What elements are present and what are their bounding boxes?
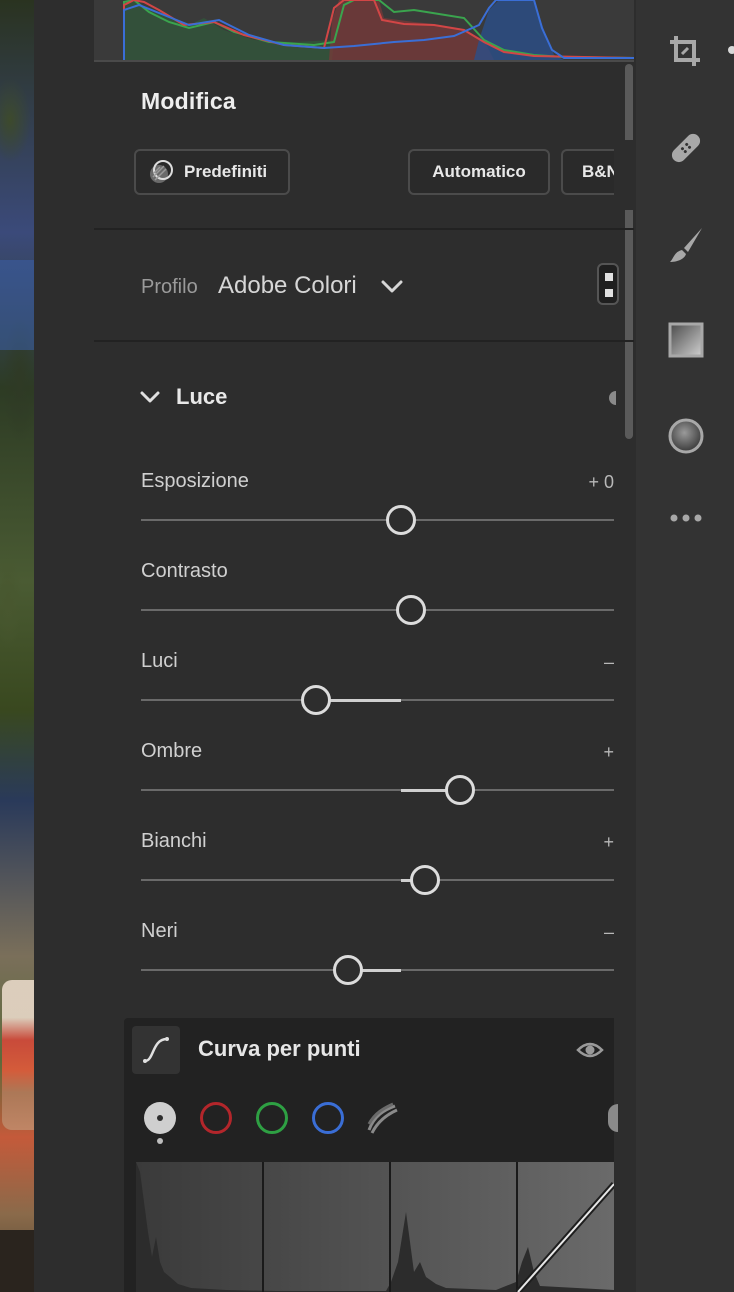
more-channels-icon[interactable] <box>608 1104 618 1132</box>
rgb-channel-button[interactable] <box>144 1102 176 1134</box>
linear-gradient-icon[interactable] <box>666 320 706 360</box>
slider-value-highlights[interactable]: – <box>560 652 614 673</box>
slider-track-whites[interactable] <box>141 879 614 881</box>
visibility-toggle-icon[interactable] <box>606 391 616 405</box>
chevron-down-icon[interactable] <box>139 389 161 407</box>
radial-gradient-icon[interactable] <box>666 416 706 456</box>
slider-value-whites[interactable]: + <box>560 832 614 853</box>
eye-icon[interactable] <box>576 1040 604 1060</box>
slider-label-blacks: Neri <box>141 920 178 942</box>
slider-knob-shadows[interactable] <box>444 775 475 805</box>
auto-button[interactable]: Automatico <box>408 149 550 195</box>
curve-graph[interactable] <box>136 1162 614 1292</box>
more-icon[interactable] <box>666 498 706 538</box>
slider-value-blacks[interactable]: – <box>560 922 614 943</box>
selected-indicator <box>157 1138 163 1144</box>
point-curve-title: Curva per punti <box>198 1036 361 1061</box>
healing-icon[interactable] <box>666 128 706 168</box>
slider-value-shadows[interactable]: + <box>560 742 614 763</box>
brush-icon[interactable] <box>666 224 706 264</box>
slider-track-exposure[interactable] <box>141 519 614 521</box>
photo-preview <box>0 0 34 1292</box>
slider-knob-exposure[interactable] <box>385 505 416 535</box>
panel-title: Modifica <box>141 88 236 114</box>
auto-label: Automatico <box>432 162 526 181</box>
slider-track-contrast[interactable] <box>141 609 614 611</box>
blue-channel-button[interactable] <box>312 1102 344 1134</box>
slider-value-exposure[interactable]: + 0 <box>560 472 614 493</box>
slider-label-shadows: Ombre <box>141 740 203 762</box>
light-section-title[interactable]: Luce <box>176 384 227 410</box>
slider-knob-whites[interactable] <box>409 865 440 895</box>
slider-label-exposure: Esposizione <box>141 470 249 492</box>
presets-label: Predefiniti <box>184 162 268 181</box>
presets-icon <box>150 160 173 183</box>
curve-icon[interactable] <box>132 1026 180 1074</box>
profile-dropdown[interactable]: Adobe Colori <box>218 272 357 300</box>
divider <box>94 228 634 230</box>
red-channel-button[interactable] <box>200 1102 232 1134</box>
profile-browser-icon[interactable] <box>597 263 619 305</box>
slider-label-whites: Bianchi <box>141 830 207 852</box>
slider-track-shadows[interactable] <box>141 789 614 791</box>
histogram <box>94 0 634 62</box>
presets-button[interactable]: Predefiniti <box>134 149 290 195</box>
slider-knob-highlights[interactable] <box>301 685 332 715</box>
slider-knob-contrast[interactable] <box>395 595 426 625</box>
panel-scrollbar[interactable] <box>625 64 633 439</box>
slider-label-highlights: Luci <box>141 650 178 672</box>
slider-label-contrast: Contrasto <box>141 560 228 582</box>
divider <box>94 340 634 342</box>
green-channel-button[interactable] <box>256 1102 288 1134</box>
tool-strip <box>636 0 734 1292</box>
crop-icon[interactable] <box>666 32 706 72</box>
parametric-curve-icon[interactable] <box>364 1100 400 1136</box>
profile-label: Profilo <box>141 276 198 298</box>
chevron-down-icon[interactable] <box>380 277 404 297</box>
active-tool-indicator <box>728 46 734 54</box>
